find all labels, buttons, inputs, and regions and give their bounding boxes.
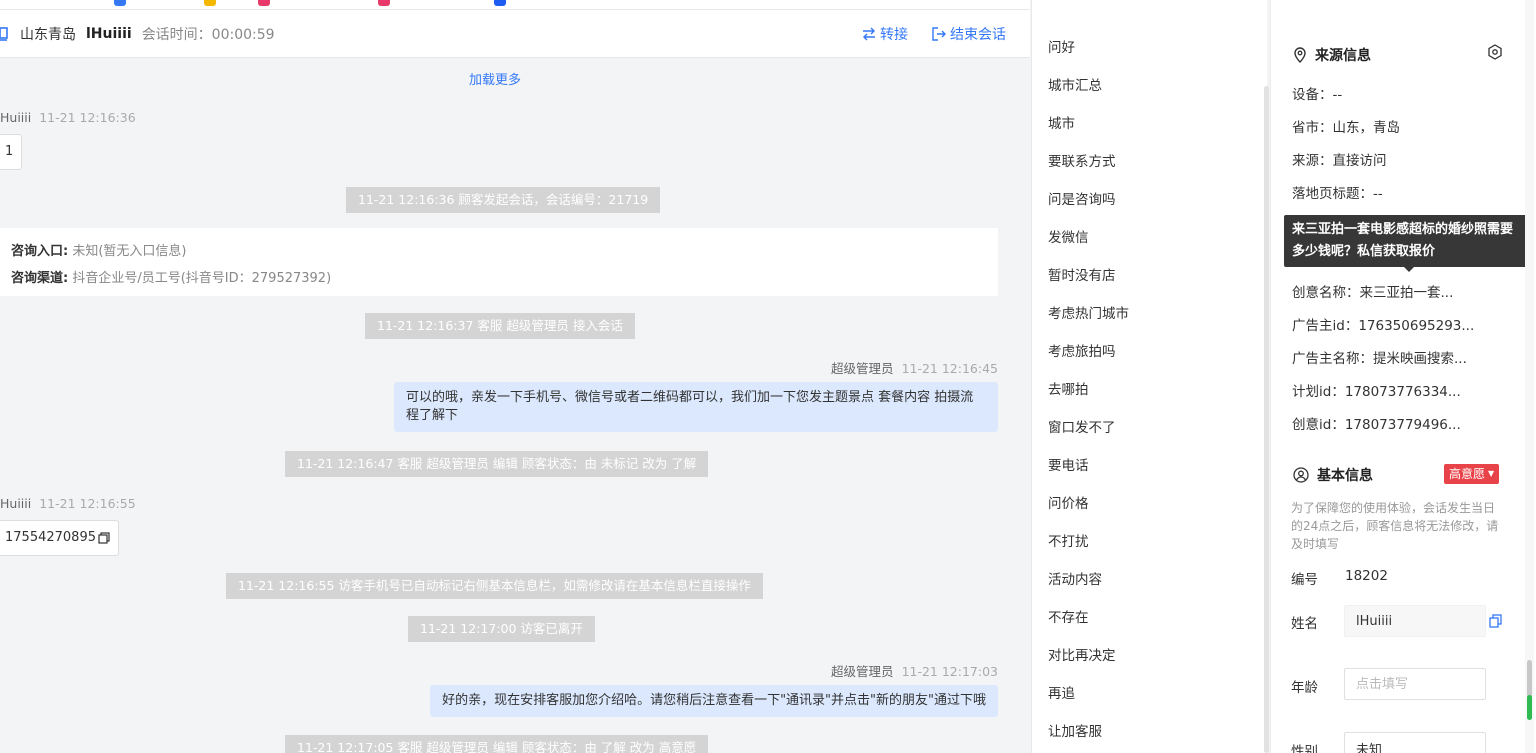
toolbar-icon[interactable] [204,0,216,6]
customer-info-panel: 来源信息 设备：-- 省市：山东，青岛 来源：直接访问 落地页标题：-- 创意名… [1270,0,1536,753]
quick-reply-item[interactable]: 要电话 [1048,454,1089,474]
quick-reply-scrollbar[interactable] [1264,86,1269,753]
user-circle-icon [1293,467,1309,483]
caret-down-icon: ▼ [1488,469,1495,478]
quick-reply-item[interactable]: 不打扰 [1048,530,1089,550]
location-pin-icon [1294,47,1306,63]
system-message: 11-21 12:16:47 客服 超级管理员 编辑 顾客状态：由 未标记 改为… [285,451,709,477]
copy-icon[interactable] [1489,614,1502,628]
source-info-title: 来源信息 [1293,45,1371,65]
system-message: 11-21 12:16:55 访客手机号已自动标记右侧基本信息栏，如需修改请在基… [226,573,763,599]
toolbar-icon[interactable] [494,0,506,6]
id-value: 18202 [1345,568,1388,584]
source-device: 设备：-- [1292,87,1343,103]
end-session-button[interactable]: 结束会话 [932,24,1006,44]
agent-message: 可以的哦，亲发一下手机号、微信号或者二维码都可以，我们加一下您发主题景点 套餐内… [394,382,998,432]
source-advertiser-name[interactable]: 广告主名称：提米映画搜索... [1292,347,1467,367]
load-more-link[interactable]: 加载更多 [0,69,990,88]
chat-message-area[interactable]: 加载更多 Huiiii 11-21 12:16:36 1 11-21 12:16:… [0,59,1030,753]
quick-reply-list: 问好 城市汇总 城市 要联系方式 问是咨询吗 发微信 暂时没有店 考虑热门城市 … [1031,0,1267,753]
quick-reply-item[interactable]: 城市 [1048,112,1075,132]
quick-reply-item[interactable]: 发微信 [1048,226,1089,246]
transfer-button[interactable]: 转接 [862,24,908,44]
quick-reply-item[interactable]: 问是咨询吗 [1048,188,1116,208]
quick-reply-item[interactable]: 再追 [1048,682,1075,702]
system-message: 11-21 12:17:00 访客已离开 [408,616,595,642]
chat-header: 山东青岛 lHuiiii 会话时间：00:00:59 转接 结束会话 [0,10,1030,58]
toolbar-icon[interactable] [258,0,270,6]
quick-reply-item[interactable]: 活动内容 [1048,568,1102,588]
scroll-indicator [1527,695,1532,720]
creative-name-tooltip: 来三亚拍一套电影感超标的婚纱照需要多少钱呢？私信获取报价 [1284,215,1532,272]
quick-reply-item[interactable]: 去哪拍 [1048,378,1089,398]
session-time: 会话时间：00:00:59 [141,26,275,43]
quick-reply-item[interactable]: 问好 [1048,36,1075,56]
quick-reply-item[interactable]: 问价格 [1048,492,1089,512]
source-plan-id[interactable]: 计划id：178073776334... [1292,380,1461,400]
name-label: 姓名 [1291,616,1318,632]
gender-label: 性别 [1291,744,1318,753]
exit-icon [932,27,946,41]
intent-status-dropdown[interactable]: 高意愿 ▼ [1444,464,1500,484]
message-meta: 超级管理员 11-21 12:17:03 [831,664,998,679]
toolbar-icon[interactable] [378,0,390,6]
source-origin: 来源：直接访问 [1292,153,1387,169]
copy-icon[interactable] [98,532,110,544]
quick-reply-item[interactable]: 考虑热门城市 [1048,302,1129,322]
age-label: 年龄 [1291,680,1318,696]
panel-scrollbar[interactable] [1525,0,1534,753]
message-meta: 超级管理员 11-21 12:16:45 [831,361,998,376]
quick-reply-item[interactable]: 不存在 [1048,606,1089,626]
name-field[interactable] [1344,605,1486,637]
toolbar-icon[interactable] [114,0,126,6]
source-advertiser-id[interactable]: 广告主id：176350695293... [1292,314,1474,334]
age-field[interactable] [1344,668,1486,700]
visitor-name: lHuiiii [86,25,132,42]
visitor-location: 山东青岛 [20,26,76,43]
source-province-city: 省市：山东，青岛 [1292,120,1400,136]
visitor-message: 17554270895 [0,520,119,556]
settings-hexagon-icon[interactable] [1487,44,1503,60]
quick-reply-item[interactable]: 让加客服 [1048,720,1102,740]
quick-reply-item[interactable]: 要联系方式 [1048,150,1116,170]
source-creative-name[interactable]: 创意名称：来三亚拍一套... [1292,281,1453,301]
quick-reply-item[interactable]: 对比再决定 [1048,644,1116,664]
system-message: 11-21 12:17:05 客服 超级管理员 编辑 顾客状态：由 了解 改为 … [285,735,709,753]
message-meta: Huiiii 11-21 12:16:36 [0,110,136,125]
system-message: 11-21 12:16:37 客服 超级管理员 接入会话 [365,313,635,339]
source-creative-id[interactable]: 创意id：178073779496... [1292,413,1461,433]
quick-reply-item[interactable]: 窗口发不了 [1048,416,1116,436]
system-message: 11-21 12:16:36 顾客发起会话，会话编号：21719 [346,187,661,213]
transfer-icon [863,27,875,41]
message-meta: Huiiii 11-21 12:16:55 [0,496,136,511]
agent-message: 好的亲，现在安排客服加您介绍哈。请您稍后注意查看一下"通讯录"并点击"新的朋友"… [430,685,998,717]
gender-field[interactable] [1344,732,1486,753]
quick-reply-item[interactable]: 考虑旅拍吗 [1048,340,1116,360]
consult-info-card: 咨询入口: 未知(暂无入口信息) 咨询渠道: 抖音企业号/员工号(抖音号ID：2… [0,228,998,296]
visitor-icon [0,26,14,41]
top-toolbar-strip [0,0,1030,10]
source-landing-title: 落地页标题：-- [1292,186,1383,202]
edit-notice: 为了保障您的使用体验，会话发生当日的24点之后，顾客信息将无法修改，请及时填写 [1291,501,1499,551]
quick-reply-item[interactable]: 暂时没有店 [1048,264,1116,284]
id-label: 编号 [1291,572,1318,588]
basic-info-title: 基本信息 [1293,465,1373,485]
quick-reply-item[interactable]: 城市汇总 [1048,74,1102,94]
visitor-message: 1 [0,134,23,170]
